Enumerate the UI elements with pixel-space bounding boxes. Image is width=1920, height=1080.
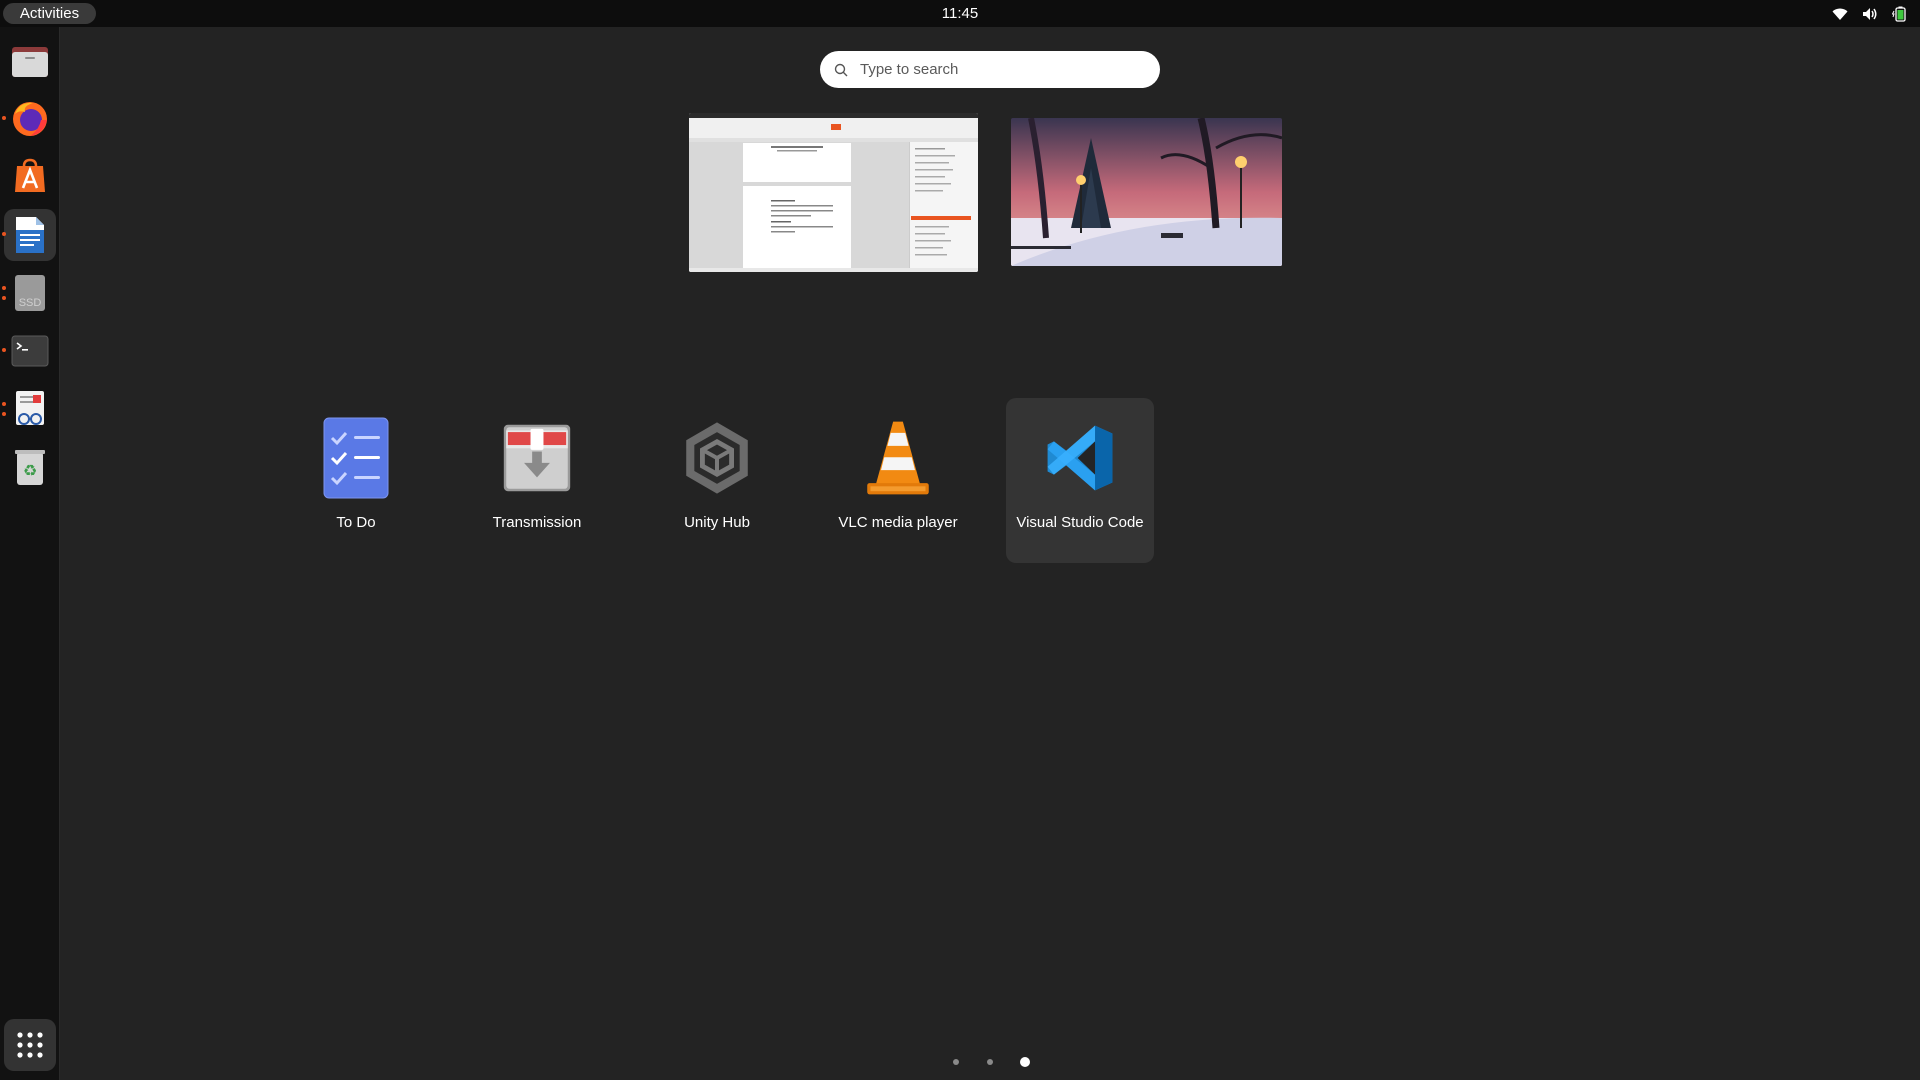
dock-item-files[interactable]	[4, 35, 56, 87]
dock-item-document-viewer[interactable]	[2, 383, 56, 435]
workspace-thumbnail-1[interactable]	[689, 113, 978, 272]
winter-wallpaper-preview	[1011, 118, 1282, 266]
running-indicator	[2, 286, 6, 290]
document-viewer-icon	[16, 391, 44, 425]
running-indicator	[2, 412, 6, 416]
page-dot-2[interactable]	[987, 1059, 993, 1065]
dock-item-writer[interactable]	[2, 209, 56, 261]
dock-item-firefox[interactable]	[2, 93, 56, 145]
search-input[interactable]	[858, 60, 1138, 79]
running-indicator	[2, 348, 6, 352]
app-transmission[interactable]: Transmission	[463, 398, 611, 563]
system-tray[interactable]	[1832, 0, 1908, 27]
app-vlc[interactable]: VLC media player	[824, 398, 972, 563]
app-label: Unity Hub	[684, 514, 750, 531]
page-dot-3-current[interactable]	[1020, 1057, 1030, 1067]
app-label: VLC media player	[838, 514, 958, 531]
search-icon	[834, 63, 848, 76]
terminal-icon	[11, 335, 49, 367]
app-todo[interactable]: To Do	[282, 398, 430, 563]
dock-item-terminal[interactable]	[2, 325, 56, 377]
running-indicator	[2, 116, 6, 120]
svg-text:SSD: SSD	[19, 297, 42, 309]
top-bar: Activities 11:45	[0, 0, 1920, 27]
app-label: To Do	[336, 514, 376, 531]
transmission-icon	[503, 414, 571, 502]
vlc-icon	[864, 414, 932, 502]
app-label: Transmission	[492, 514, 582, 531]
activities-label: Activities	[19, 5, 80, 22]
firefox-icon	[13, 102, 47, 136]
page-indicator	[950, 1055, 1030, 1069]
activities-button[interactable]: Activities	[3, 3, 96, 24]
running-indicator	[2, 296, 6, 300]
files-icon	[12, 47, 48, 77]
app-unity-hub[interactable]: Unity Hub	[643, 398, 791, 563]
dock-item-ssd[interactable]: SSD	[2, 267, 56, 319]
running-indicator	[2, 402, 6, 406]
running-indicator	[2, 232, 6, 236]
wifi-icon[interactable]	[1832, 6, 1848, 22]
writer-icon	[16, 217, 44, 253]
dock-item-trash[interactable]: ♻	[4, 441, 56, 493]
app-grid-icon	[17, 1032, 43, 1058]
clock-time[interactable]: 11:45	[942, 5, 978, 22]
clock: 11:45	[0, 0, 1920, 27]
page-dot-1[interactable]	[953, 1059, 959, 1065]
dock: SSD ♻	[0, 27, 60, 1080]
show-apps-button[interactable]	[4, 1019, 56, 1071]
app-label: Visual Studio Code	[1016, 514, 1144, 531]
search-box[interactable]	[820, 51, 1160, 88]
app-center-icon	[15, 158, 45, 192]
vscode-icon	[1046, 414, 1114, 502]
battery-icon[interactable]	[1892, 6, 1908, 22]
volume-icon[interactable]	[1862, 6, 1878, 22]
dock-item-app-center[interactable]	[4, 151, 56, 203]
unity-hub-icon	[683, 414, 751, 502]
document-window-preview	[689, 113, 978, 272]
todo-icon	[322, 414, 390, 502]
svg-text:♻: ♻	[23, 461, 37, 480]
workspace-thumbnail-2[interactable]	[1011, 118, 1282, 266]
app-vscode[interactable]: Visual Studio Code	[1006, 398, 1154, 563]
ssd-drive-icon: SSD	[15, 275, 45, 311]
trash-icon: ♻	[15, 450, 45, 485]
